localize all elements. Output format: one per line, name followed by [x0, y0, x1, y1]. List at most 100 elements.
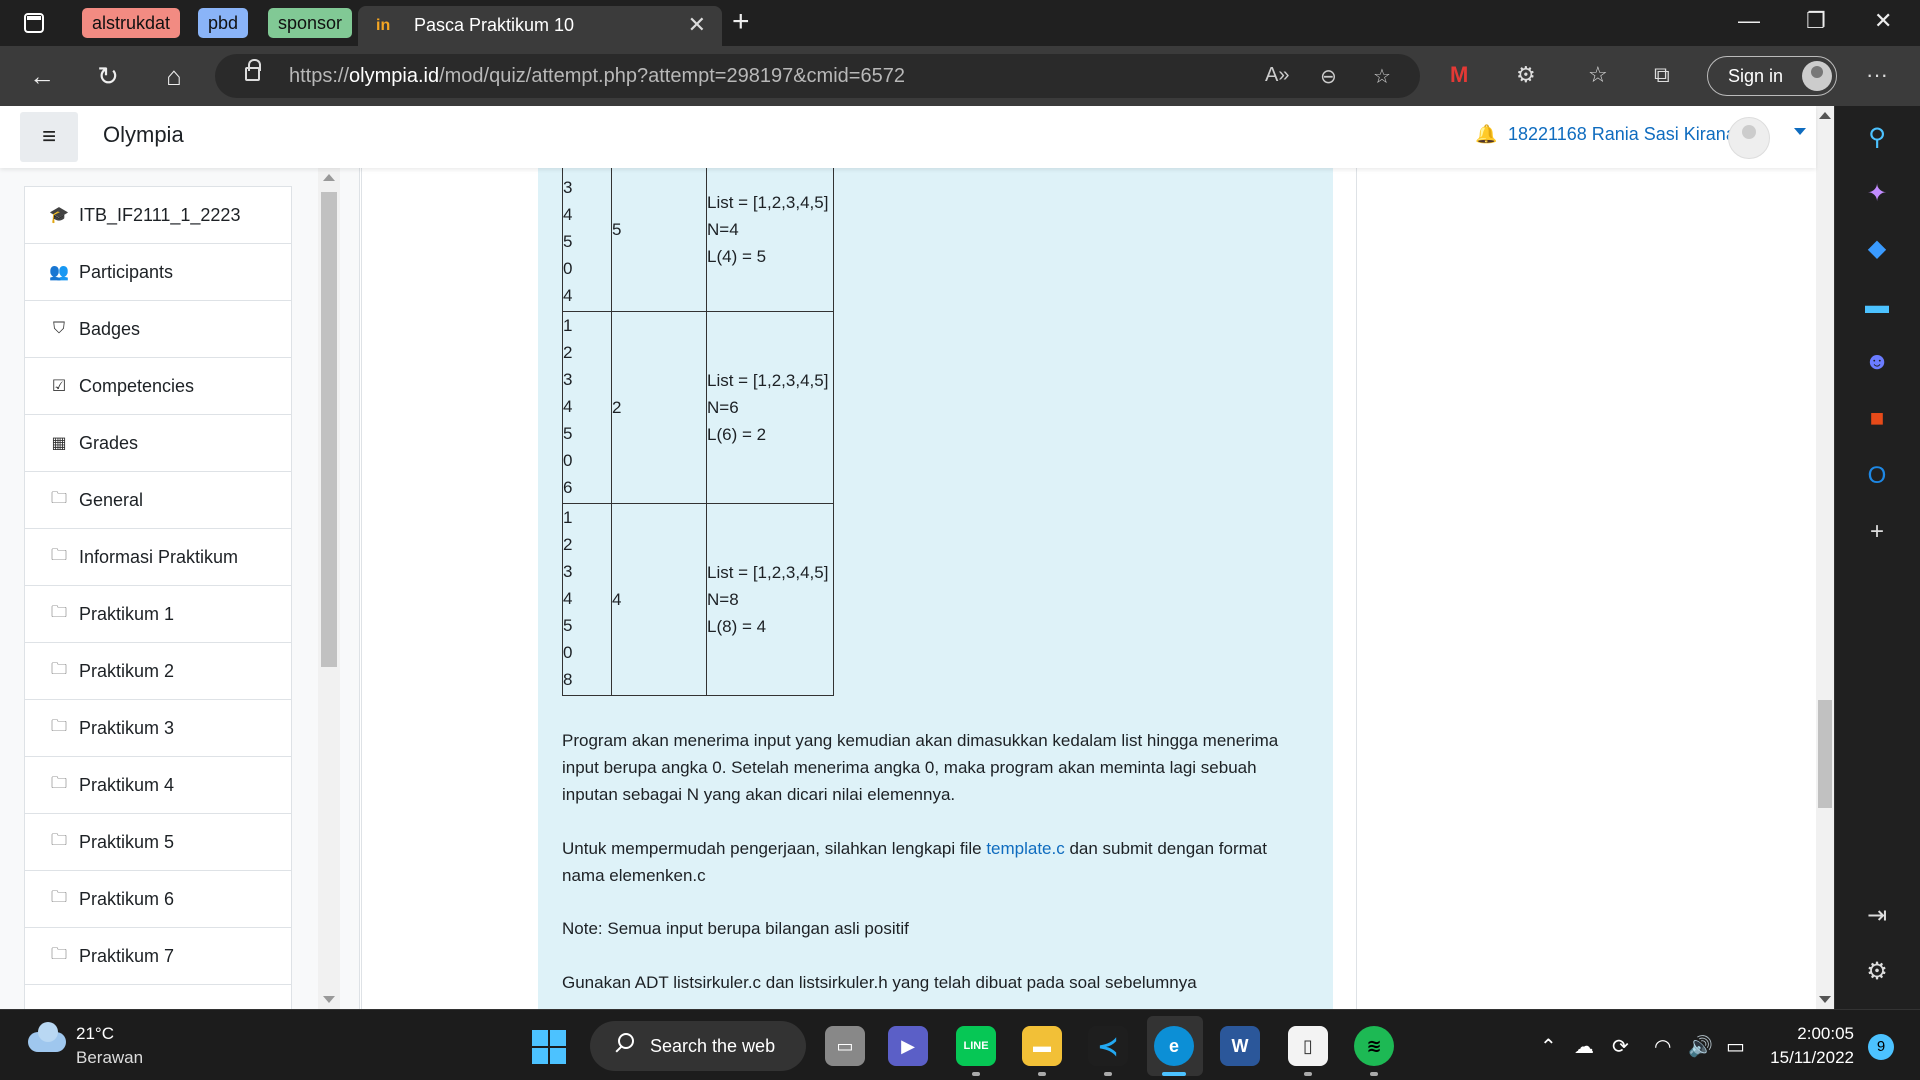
extensions-icon[interactable]: ⚙: [1516, 62, 1536, 88]
drawer-item-praktikum-2[interactable]: 🗀 Praktikum 2: [24, 642, 292, 699]
restore-icon[interactable]: ❐: [1806, 8, 1826, 34]
notepad-icon[interactable]: ▯: [1288, 1026, 1328, 1066]
tab-group-alstrukdat[interactable]: alstrukdat: [82, 8, 181, 38]
checkbox-icon: ☑: [51, 378, 67, 395]
settings-gear-icon[interactable]: ⚙: [1859, 954, 1895, 990]
drawer-item-informasi-praktikum[interactable]: 🗀 Informasi Praktikum: [24, 528, 292, 585]
weather-temperature[interactable]: 21°C: [76, 1024, 114, 1044]
weather-condition[interactable]: Berawan: [76, 1048, 143, 1068]
user-avatar[interactable]: [1728, 117, 1770, 159]
scroll-down-icon[interactable]: [323, 996, 335, 1003]
drawer-item-praktikum-3[interactable]: 🗀 Praktikum 3: [24, 699, 292, 756]
file-explorer-icon[interactable]: ▬: [1022, 1026, 1062, 1066]
minimize-icon[interactable]: —: [1738, 8, 1760, 34]
taskbar: 21°C Berawan Search the web ▭ ▶ LINE ▬ ≺…: [0, 1009, 1920, 1080]
taskbar-search[interactable]: Search the web: [590, 1021, 806, 1071]
drawer-scrollbar[interactable]: [318, 168, 340, 1009]
refresh-icon[interactable]: ↻: [90, 58, 126, 94]
sync-icon[interactable]: ⟳: [1612, 1034, 1629, 1059]
wifi-icon[interactable]: ◠: [1654, 1034, 1671, 1059]
example-table: 2 3 4 5 0 4 5 List = [1,2,3,4,5] N=4 L(4…: [562, 146, 834, 696]
edge-browser-icon[interactable]: e: [1154, 1026, 1194, 1066]
scroll-down-icon[interactable]: [1819, 996, 1831, 1003]
onedrive-cloud-icon[interactable]: ☁: [1574, 1034, 1594, 1059]
users-icon: 👥: [49, 264, 69, 281]
drawer-item-participants[interactable]: 👥 Participants: [24, 243, 292, 300]
user-menu-caret-icon[interactable]: [1794, 128, 1806, 135]
hide-sidebar-icon[interactable]: ⇥: [1859, 898, 1895, 934]
tab-group-pbd[interactable]: pbd: [198, 8, 249, 38]
address-bar[interactable]: https://olympia.id/mod/quiz/attempt.php?…: [215, 54, 1420, 98]
add-icon[interactable]: +: [1859, 514, 1895, 550]
task-view-icon[interactable]: ▭: [825, 1026, 865, 1066]
system-clock[interactable]: 2:00:05 15/11/2022: [1766, 1022, 1854, 1070]
notification-bell-icon[interactable]: 🔔: [1475, 124, 1497, 145]
drawer-item-praktikum-7[interactable]: 🗀 Praktikum 7: [24, 927, 292, 984]
office-icon[interactable]: ■: [1859, 401, 1895, 437]
collections-icon[interactable]: ⧉: [1654, 62, 1670, 88]
more-menu-icon[interactable]: ···: [1866, 62, 1888, 88]
tab-actions-icon[interactable]: [24, 13, 44, 33]
outlook-icon[interactable]: O: [1859, 458, 1895, 494]
drawer-item-general[interactable]: 🗀 General: [24, 471, 292, 528]
tab-close-icon[interactable]: ✕: [688, 12, 706, 38]
shopping-tag-icon[interactable]: ◆: [1859, 231, 1895, 267]
drawer-scroll-thumb[interactable]: [321, 192, 337, 667]
back-icon[interactable]: ←: [24, 58, 60, 94]
sign-in-button[interactable]: Sign in: [1707, 56, 1837, 96]
nav-drawer: 🎓 ITB_IF2111_1_2223 👥 Participants ⛉ Badges…: [0, 168, 360, 1009]
lock-icon[interactable]: [245, 59, 261, 81]
start-button[interactable]: [532, 1030, 566, 1064]
vscode-icon[interactable]: ≺: [1088, 1026, 1128, 1066]
drawer-item-badges[interactable]: ⛉ Badges: [24, 300, 292, 357]
teams-chat-icon[interactable]: ▶: [888, 1026, 928, 1066]
weather-cloud-icon[interactable]: [28, 1022, 66, 1052]
drawer-item-praktikum-4[interactable]: 🗀 Praktikum 4: [24, 756, 292, 813]
home-icon[interactable]: ⌂: [156, 58, 192, 94]
scroll-up-icon[interactable]: [323, 174, 335, 181]
drawer-item-next[interactable]: [24, 984, 292, 1009]
tab-group-sponsor[interactable]: sponsor: [268, 8, 353, 38]
drawer-item-course[interactable]: 🎓 ITB_IF2111_1_2223: [24, 186, 292, 243]
extension-mendeley-icon[interactable]: M: [1450, 62, 1468, 88]
volume-icon[interactable]: 🔊: [1688, 1034, 1713, 1059]
url-text[interactable]: https://olympia.id/mod/quiz/attempt.php?…: [289, 65, 905, 88]
page-scroll-thumb[interactable]: [1818, 700, 1832, 808]
tools-icon[interactable]: ▬: [1859, 288, 1895, 324]
folder-icon: 🗀: [50, 831, 67, 849]
drawer-item-praktikum-5[interactable]: 🗀 Praktikum 5: [24, 813, 292, 870]
zoom-out-icon[interactable]: ⊖: [1320, 64, 1337, 89]
drawer-item-grades[interactable]: ▦ Grades: [24, 414, 292, 471]
read-aloud-icon[interactable]: A»: [1265, 64, 1289, 87]
drawer-item-praktikum-1[interactable]: 🗀 Praktikum 1: [24, 585, 292, 642]
divider: [1356, 168, 1357, 1009]
menu-toggle-icon[interactable]: ≡: [20, 112, 78, 162]
line-app-icon[interactable]: LINE: [956, 1026, 996, 1066]
page-scrollbar[interactable]: [1816, 106, 1834, 1009]
drawer-item-praktikum-6[interactable]: 🗀 Praktikum 6: [24, 870, 292, 927]
notification-badge[interactable]: 9: [1868, 1034, 1894, 1060]
copilot-icon[interactable]: ✦: [1859, 176, 1895, 212]
table-cell-explanation: List = [1,2,3,4,5] N=6 L(6) = 2: [706, 311, 834, 504]
games-icon[interactable]: ☻: [1859, 344, 1895, 380]
battery-icon[interactable]: ▭: [1726, 1034, 1745, 1059]
spotify-icon[interactable]: ≋: [1354, 1026, 1394, 1066]
favorites-icon[interactable]: ☆: [1588, 62, 1608, 88]
active-indicator: [1162, 1072, 1186, 1076]
template-file-link[interactable]: template.c: [986, 839, 1064, 858]
word-icon[interactable]: W: [1220, 1026, 1260, 1066]
folder-icon: 🗀: [50, 717, 67, 735]
active-tab[interactable]: in Pasca Praktikum 10 ✕: [358, 6, 722, 46]
show-hidden-icons-icon[interactable]: ⌃: [1540, 1034, 1557, 1059]
drawer-item-competencies[interactable]: ☑ Competencies: [24, 357, 292, 414]
new-tab-icon[interactable]: +: [732, 6, 750, 38]
running-indicator: [1370, 1072, 1378, 1076]
search-icon[interactable]: ⚲: [1859, 120, 1895, 156]
table-cell-input: 1 2 3 4 5 0 6: [562, 311, 612, 504]
scroll-up-icon[interactable]: [1819, 112, 1831, 119]
site-brand[interactable]: Olympia: [103, 122, 184, 148]
add-favorite-icon[interactable]: ☆: [1373, 64, 1391, 89]
user-name[interactable]: 18221168 Rania Sasi Kirana: [1508, 124, 1736, 145]
close-window-icon[interactable]: ✕: [1874, 8, 1892, 34]
table-icon: ▦: [51, 435, 67, 452]
